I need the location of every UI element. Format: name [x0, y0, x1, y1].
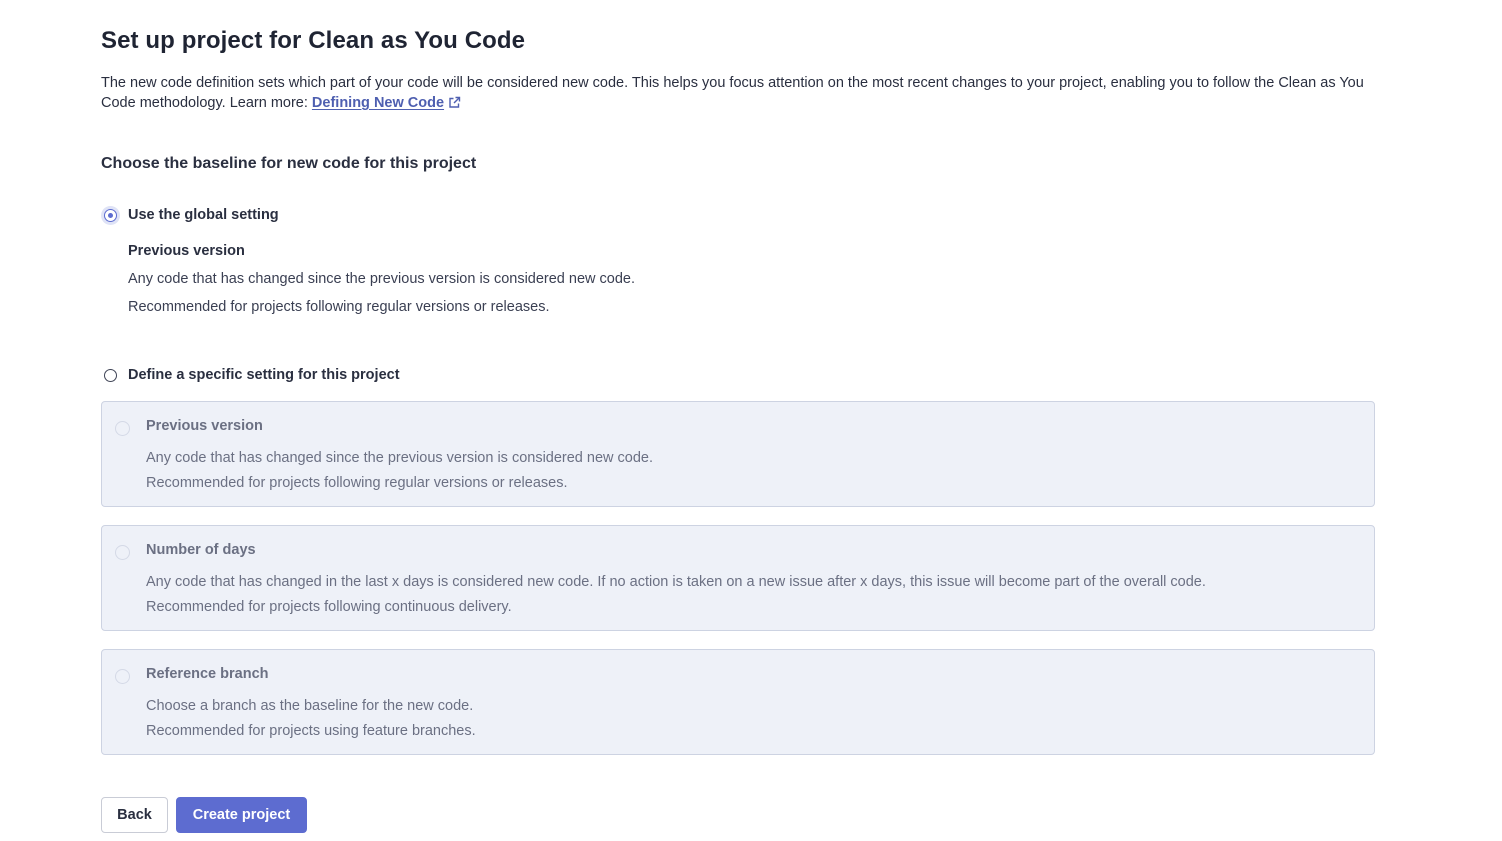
- previous-version-recommendation: Recommended for projects following regul…: [146, 475, 568, 491]
- number-of-days-description: Any code that has changed in the last x …: [146, 574, 1206, 590]
- number-of-days-recommendation: Recommended for projects following conti…: [146, 599, 512, 615]
- back-button[interactable]: Back: [101, 797, 168, 833]
- define-specific-setting-label: Define a specific setting for this proje…: [128, 367, 400, 383]
- new-code-setup-page: Set up project for Clean as You Code The…: [0, 0, 1502, 841]
- baseline-section-heading: Choose the baseline for new code for thi…: [101, 155, 477, 172]
- create-project-button[interactable]: Create project: [176, 797, 307, 833]
- number-of-days-radio[interactable]: [115, 545, 130, 560]
- defining-new-code-link[interactable]: Defining New Code: [312, 95, 461, 111]
- defining-new-code-link-label: Defining New Code: [311, 95, 445, 111]
- define-specific-setting-option[interactable]: Define a specific setting for this proje…: [104, 367, 400, 383]
- use-global-setting-label: Use the global setting: [128, 207, 279, 223]
- define-specific-setting-radio[interactable]: [104, 368, 117, 382]
- page-title: Set up project for Clean as You Code: [101, 27, 526, 54]
- previous-version-title: Previous version: [146, 418, 263, 434]
- previous-version-description: Any code that has changed since the prev…: [146, 450, 654, 466]
- external-link-icon: [449, 96, 461, 108]
- reference-branch-description: Choose a branch as the baseline for the …: [146, 698, 474, 714]
- previous-version-radio[interactable]: [115, 421, 130, 436]
- option-card-previous-version[interactable]: Previous version Any code that has chang…: [101, 401, 1375, 507]
- intro-description: The new code definition sets which part …: [101, 75, 1364, 111]
- option-card-number-of-days[interactable]: Number of days Any code that has changed…: [101, 525, 1375, 631]
- use-global-setting-radio[interactable]: [104, 208, 117, 222]
- reference-branch-recommendation: Recommended for projects using feature b…: [146, 723, 476, 739]
- intro-text: The new code definition sets which part …: [101, 73, 1391, 113]
- number-of-days-title: Number of days: [146, 542, 256, 558]
- global-setting-recommendation: Recommended for projects following regul…: [128, 299, 550, 315]
- option-card-reference-branch[interactable]: Reference branch Choose a branch as the …: [101, 649, 1375, 755]
- reference-branch-radio[interactable]: [115, 669, 130, 684]
- global-setting-title: Previous version: [128, 243, 245, 259]
- global-setting-description: Any code that has changed since the prev…: [128, 271, 636, 287]
- use-global-setting-option[interactable]: Use the global setting: [104, 207, 279, 223]
- reference-branch-title: Reference branch: [146, 666, 269, 682]
- global-setting-details: Previous version Any code that has chang…: [128, 241, 635, 317]
